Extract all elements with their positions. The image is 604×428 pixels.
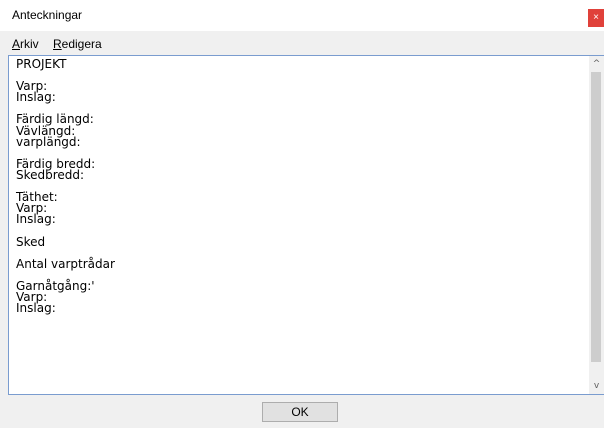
menu-bar: Arkiv Redigera	[0, 33, 604, 53]
scroll-up-button[interactable]: ^	[589, 56, 604, 72]
menu-arkiv-accelerator: A	[12, 37, 21, 51]
scrollbar-thumb[interactable]	[591, 72, 601, 362]
notes-text[interactable]: PROJEKT Varp: Inslag: Färdig längd: Vävl…	[16, 58, 115, 314]
window-title: Anteckningar	[12, 8, 83, 22]
menu-arkiv[interactable]: Arkiv	[12, 37, 39, 51]
vertical-scrollbar[interactable]: ^ v	[589, 56, 604, 394]
close-button[interactable]: ×	[588, 9, 604, 27]
chevron-down-icon: v	[593, 381, 600, 391]
ok-button[interactable]: OK	[262, 402, 338, 422]
menu-arkiv-label: rkiv	[20, 37, 39, 51]
chevron-up-icon: ^	[592, 59, 601, 69]
notes-textarea[interactable]: PROJEKT Varp: Inslag: Färdig längd: Vävl…	[8, 55, 604, 395]
menu-redigera[interactable]: Redigera	[53, 37, 102, 51]
scroll-down-button[interactable]: v	[589, 378, 604, 394]
menu-redigera-label: edigera	[61, 37, 102, 51]
menu-redigera-accelerator: R	[53, 37, 62, 51]
close-icon: ×	[593, 12, 599, 23]
title-bar: Anteckningar ×	[0, 0, 604, 31]
